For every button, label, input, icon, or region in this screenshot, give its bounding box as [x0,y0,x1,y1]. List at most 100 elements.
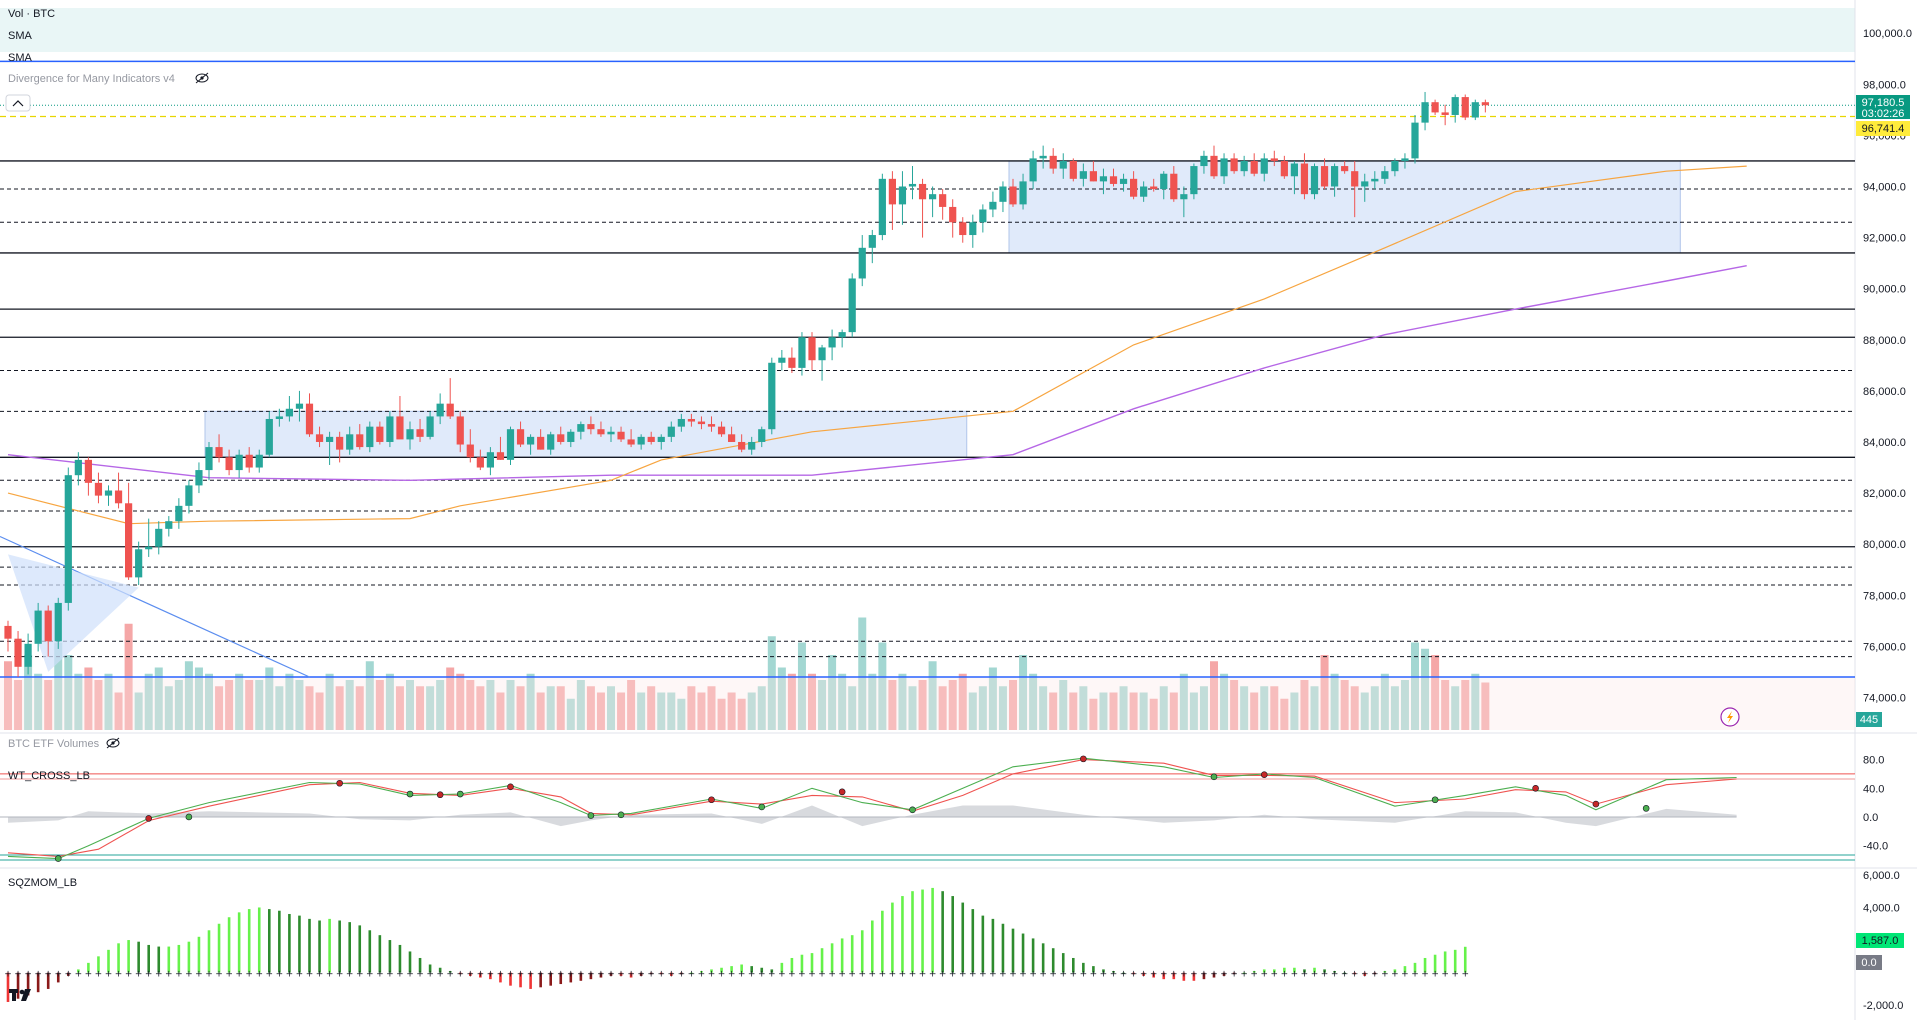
squeeze-cross-icon: + [989,970,997,980]
squeeze-cross-icon: + [4,970,12,980]
candle-body [1180,194,1188,200]
price-axis-tick: -40.0 [1863,841,1888,853]
squeeze-cross-icon: + [14,970,22,980]
momentum-bar [901,896,904,973]
candle-body [918,183,927,200]
squeeze-cross-icon: + [316,970,324,980]
candle [828,329,836,361]
squeeze-cross-icon: + [54,970,62,980]
candle-body [285,408,293,417]
squeeze-cross-icon: + [1140,970,1148,980]
squeeze-cross-icon: + [637,970,645,980]
squeeze-cross-icon: + [336,970,344,980]
squeeze-cross-icon: + [668,970,676,980]
candle [1451,94,1459,123]
squeeze-cross-icon: + [527,970,535,980]
squeeze-cross-icon: + [778,970,786,980]
candle-body [738,441,746,450]
squeeze-cross-icon: + [1160,970,1168,980]
wt-cross-dot [1642,805,1650,812]
candle-body [426,416,434,437]
candle-body [848,278,856,333]
squeeze-cross-icon: + [1260,970,1268,980]
squeeze-cross-icon: + [999,970,1007,980]
candle-body [1441,112,1449,115]
candle-body [527,436,535,445]
lightning-icon[interactable] [1720,707,1740,727]
indicator-wt-label[interactable]: WT_CROSS_LB [8,770,90,782]
squeeze-cross-icon: + [858,970,866,980]
squeeze-cross-icon: + [738,970,746,980]
momentum-bar [850,935,854,973]
candle-body [1361,181,1369,187]
squeeze-cross-icon: + [1341,970,1349,980]
squeeze-cross-icon: + [959,970,967,980]
price-pane[interactable] [0,60,1855,730]
candle [506,426,515,465]
candle-body [597,429,605,435]
squeeze-cross-icon: + [517,970,525,980]
wt-cross-dot [1260,771,1268,778]
candle-body [1079,171,1087,179]
candle [1280,155,1288,179]
squeeze-cross-icon: + [1230,970,1238,980]
candle-body [888,178,896,205]
price-axis-tick: 92,000.0 [1863,233,1906,245]
candle-body [1059,160,1067,169]
indicator-etf-label[interactable]: BTC ETF Volumes [8,738,100,750]
squeeze-cross-icon: + [919,970,927,980]
candle-body [1069,160,1077,179]
candle-body [135,549,143,578]
squeeze-cross-icon: + [24,970,32,980]
indicator-divergence-label[interactable]: Divergence for Many Indicators v4 [8,73,175,85]
indicator-sma1-label[interactable]: SMA [8,30,33,42]
momentum-bar [117,943,120,973]
squeeze-cross-icon: + [688,970,696,980]
squeeze-cross-icon: + [1100,970,1108,980]
collapse-legend-button[interactable] [5,94,31,112]
squeeze-cross-icon: + [1381,970,1389,980]
squeeze-cross-icon: + [497,970,505,980]
price-axis[interactable]: 100,000.098,000.096,000.094,000.092,000.… [1863,28,1912,1012]
momentum-bar [318,920,321,973]
candle-body [326,436,334,442]
candle-body [1009,186,1017,205]
price-axis-tick: 74,000.0 [1863,692,1906,704]
squeeze-cross-icon: + [446,970,454,980]
squeeze-cross-icon: + [436,970,444,980]
squeeze-cross-icon: + [487,970,495,980]
tradingview-logo [9,989,31,1001]
wt-cross-dot [54,855,62,862]
indicator-sqz-label[interactable]: SQZMOM_LB [8,877,77,889]
momentum-bar [378,935,382,973]
momentum-bar [227,917,231,973]
candle-body [24,643,32,667]
candle [878,173,886,241]
candle-body [1421,102,1429,123]
momentum-bar [217,923,221,973]
momentum-bar [860,930,864,973]
candle [959,217,967,243]
candle-body [1371,178,1379,182]
volume-value: 445 [1860,714,1878,726]
indicator-sma2-label[interactable]: SMA [8,52,33,64]
squeeze-cross-icon: + [406,970,414,980]
candle [888,171,896,230]
candle-body [959,222,967,236]
candle-body [366,426,374,448]
candle [918,178,927,238]
indicator-vol-label[interactable]: Vol · BTC [8,8,55,20]
trading-chart[interactable]: + + + + + + + + + + + + + + + + + + + + + + + + + + + + + + + + + + + + + + + +… [0,0,1917,1020]
candle-body [1471,102,1479,118]
candle [1441,104,1449,126]
momentum-bar [871,920,874,973]
momentum-bar [931,887,934,973]
candle-body [1200,155,1208,167]
sqz-momentum-pane[interactable]: + + + + + + + + + + + + + + + + + + + + + + + + + + + + + + + + + + + + + + + +… [4,887,1469,1002]
squeeze-cross-icon: + [145,970,153,980]
eye-icon[interactable] [195,72,209,84]
wt-cross-dot [909,806,916,814]
wt-cross-pane[interactable] [0,755,1855,862]
candle-body [547,434,555,450]
candle-body [758,429,766,442]
